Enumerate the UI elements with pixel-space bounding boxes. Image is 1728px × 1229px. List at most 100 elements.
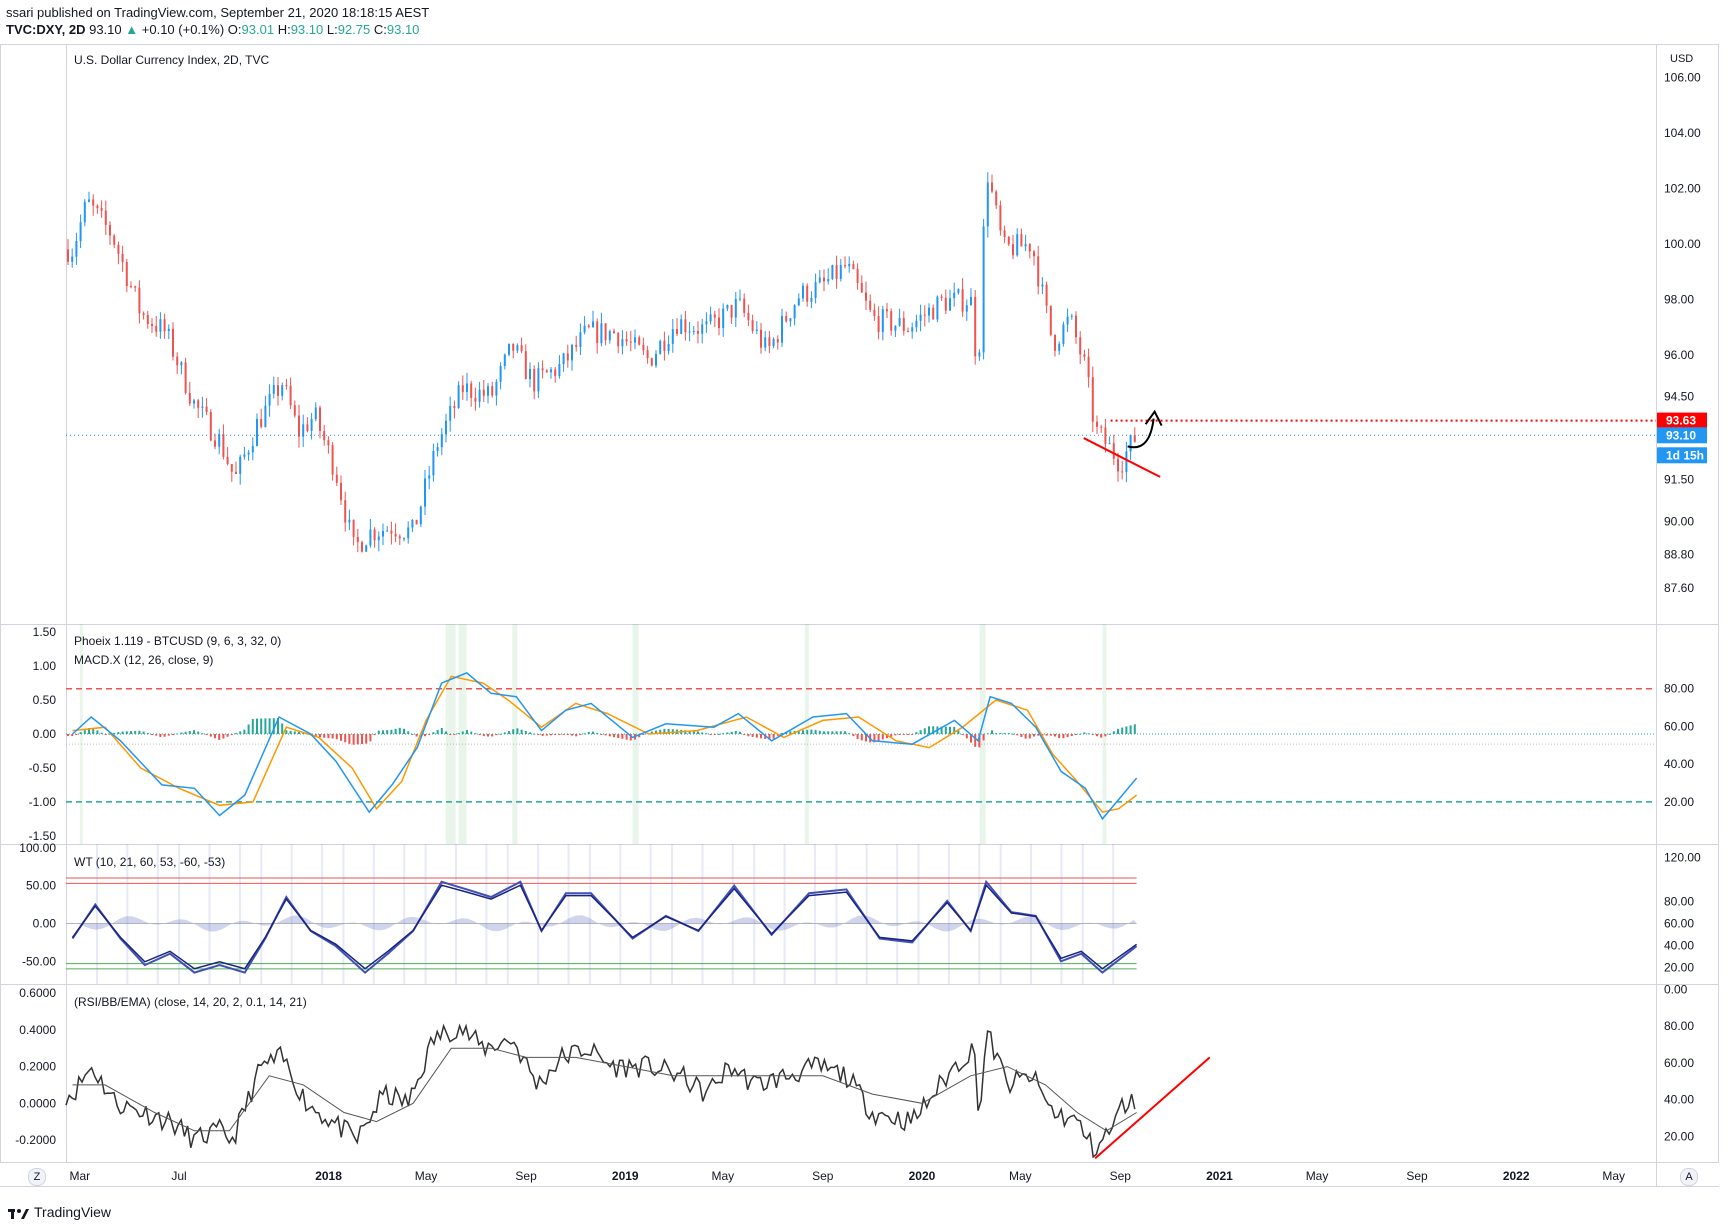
price-candle: [436, 447, 439, 451]
macd-signal-line: [72, 675, 1138, 813]
wt-signal-band: [567, 844, 570, 984]
macd-histogram-bar: [100, 732, 103, 734]
wt-signal-band: [290, 844, 293, 984]
price-candle: [1012, 244, 1014, 256]
macd-histogram-bar: [209, 734, 212, 737]
macd-histogram-bar: [991, 730, 993, 734]
price-candle: [503, 354, 506, 367]
price-tick-label: 91.50: [1664, 473, 1694, 487]
price-candle: [184, 362, 187, 393]
macd-histogram-bar: [881, 734, 884, 740]
price-candle: [1129, 435, 1132, 452]
macd-histogram-bar: [831, 731, 834, 734]
macd-histogram-bar: [67, 734, 69, 737]
price-candle: [1083, 354, 1086, 357]
macd-histogram-bar: [760, 734, 762, 739]
macd-histogram-bar: [428, 734, 431, 735]
macd-histogram-bar: [596, 732, 599, 734]
zoom-button[interactable]: Z: [28, 1168, 46, 1186]
macd-histogram-bar: [856, 734, 859, 739]
auto-scale-button[interactable]: A: [1680, 1168, 1698, 1186]
wt-signal-band: [619, 844, 622, 984]
macd-title: MACD.X (12, 26, close, 9): [74, 653, 213, 667]
macd-histogram-bar: [1058, 734, 1061, 739]
price-candle: [970, 296, 972, 306]
macd-histogram-bar: [642, 734, 645, 735]
price-candle: [835, 265, 838, 279]
macd-histogram-bar: [247, 724, 250, 734]
macd-histogram-bar: [1007, 733, 1010, 735]
macd-histogram-bar: [1100, 734, 1103, 738]
price-candle: [495, 381, 498, 396]
price-candle: [596, 321, 599, 344]
macd-histogram-bar: [491, 734, 494, 737]
price-candle: [298, 415, 300, 437]
price-candle: [445, 420, 447, 435]
wt-left-tick: 0.00: [33, 916, 57, 930]
macd-right-tick: 40.00: [1664, 757, 1694, 771]
macd-histogram-bar: [604, 734, 607, 736]
wt-right-tick: 60.00: [1664, 916, 1694, 930]
macd-histogram-bar: [268, 718, 271, 734]
tradingview-logo[interactable]: TradingView: [8, 1204, 111, 1220]
macd-histogram-bar: [587, 731, 590, 734]
price-candle: [394, 533, 397, 537]
macd-histogram-bar: [949, 726, 951, 734]
chart-canvas[interactable]: U.S. Dollar Currency Index, 2D, TVC USD 10…: [0, 0, 1728, 1229]
price-candle: [1054, 334, 1056, 351]
macd-histogram-bar: [545, 734, 548, 736]
price-candle: [235, 471, 237, 474]
price-candle: [802, 285, 804, 299]
price-candle: [1070, 315, 1073, 317]
price-candle: [377, 536, 380, 541]
macd-histogram-bar: [1121, 727, 1124, 734]
macd-histogram-bar: [83, 730, 86, 734]
price-candle: [1091, 377, 1094, 422]
price-candle: [247, 452, 250, 455]
price-candle: [772, 339, 775, 347]
macd-histogram-bar: [600, 734, 603, 735]
price-candle: [113, 235, 116, 245]
macd-line: [71, 672, 1138, 821]
price-candle: [986, 182, 989, 227]
price-candle: [667, 343, 670, 351]
macd-histogram-bar: [356, 734, 359, 745]
price-candle: [1096, 421, 1098, 427]
macd-histogram-bar: [928, 726, 930, 734]
price-candle: [365, 545, 368, 552]
price-candle: [109, 224, 111, 236]
price-candle: [844, 265, 846, 267]
price-candle: [907, 330, 909, 332]
wt-signal-band: [321, 844, 324, 984]
price-candle: [1108, 443, 1111, 445]
price-candle: [226, 456, 229, 465]
macd-histogram-bar: [285, 730, 288, 734]
price-candle: [167, 328, 170, 332]
price-candle: [79, 222, 82, 242]
wt-signal-band: [485, 844, 488, 984]
macd-histogram-bar: [915, 732, 918, 734]
price-candle: [125, 262, 128, 287]
price-candle: [705, 321, 708, 325]
macd-histogram-bar: [113, 732, 116, 734]
macd-histogram-bar: [503, 732, 506, 734]
price-candle: [961, 289, 964, 312]
price-candle: [571, 344, 573, 361]
price-candle: [827, 278, 830, 282]
price-candle: [277, 385, 279, 396]
price-candle: [810, 297, 813, 302]
wt-signal-band: [701, 844, 704, 984]
price-candle: [382, 530, 384, 537]
macd-histogram-bar: [844, 731, 846, 734]
macd-histogram-bar: [499, 733, 502, 735]
price-candle: [873, 309, 876, 316]
macd-histogram-bar: [474, 733, 477, 735]
price-candle: [344, 500, 347, 523]
macd-histogram-bar: [466, 730, 468, 734]
price-candle: [520, 345, 523, 352]
macd-histogram-bar: [806, 729, 809, 734]
price-candle: [230, 464, 233, 472]
macd-histogram-bar: [566, 734, 569, 735]
macd-histogram-bar: [1054, 734, 1056, 737]
price-candle: [566, 353, 569, 361]
